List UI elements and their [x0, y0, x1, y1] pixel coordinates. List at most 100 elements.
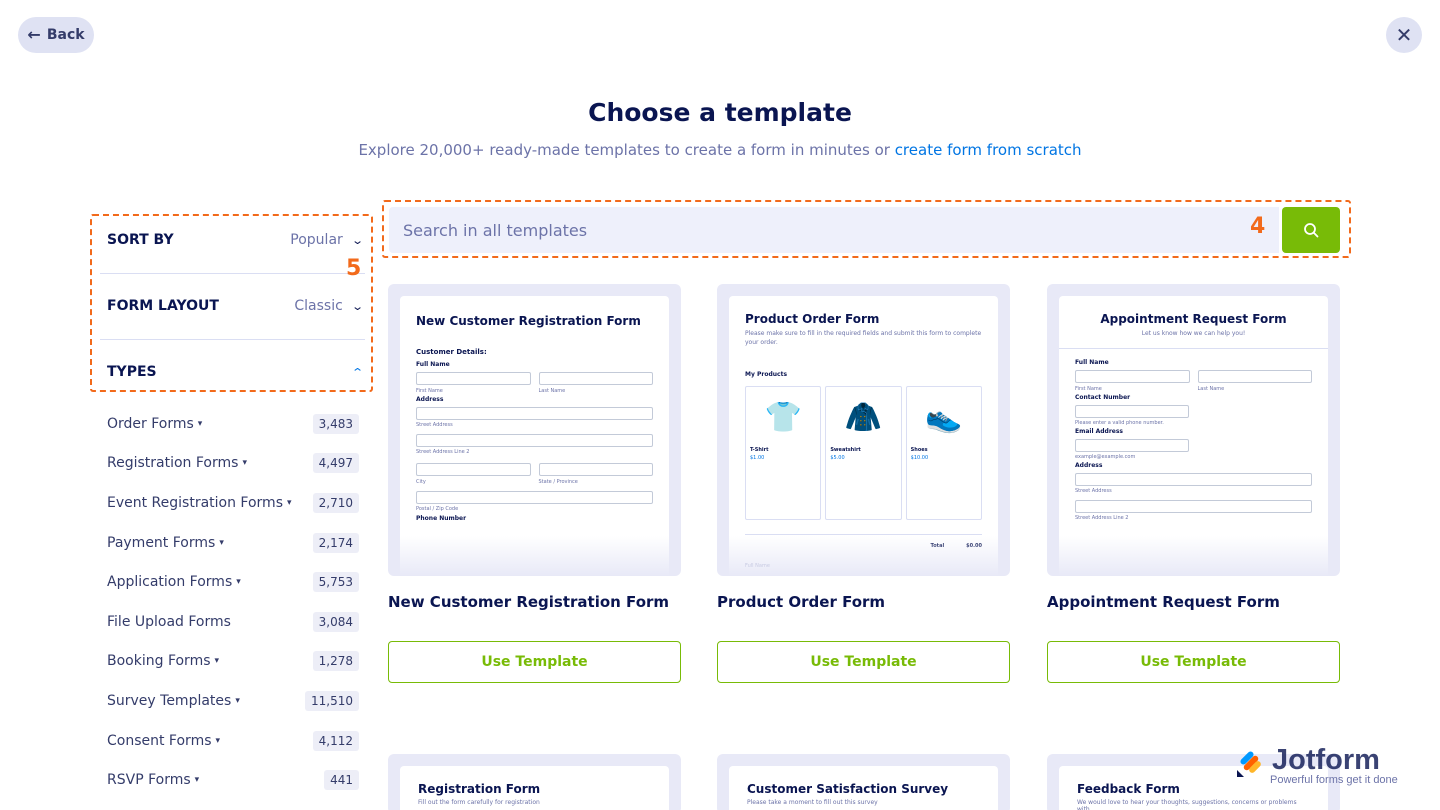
- template-preview[interactable]: New Customer Registration Form Customer …: [388, 284, 681, 576]
- sort-by-filter[interactable]: SORT BY Popular ⌄: [107, 228, 364, 252]
- chevron-down-icon[interactable]: ▾: [242, 458, 247, 468]
- type-name: Registration Forms ▾: [107, 455, 247, 471]
- template-card[interactable]: Product Order Form Please make sure to f…: [717, 284, 1010, 683]
- preview-subtitle: Please take a moment to fill out this su…: [747, 799, 878, 806]
- search-icon: [1304, 223, 1319, 238]
- preview-section: My Products: [745, 371, 788, 378]
- preview-label: Street Address Line 2: [416, 449, 470, 455]
- chevron-down-icon[interactable]: ▾: [236, 577, 241, 587]
- type-item[interactable]: Survey Templates ▾ 11,510: [107, 681, 359, 721]
- preview-subtitle: Let us know how we can help you!: [1141, 330, 1246, 337]
- template-name[interactable]: Appointment Request Form: [1047, 593, 1340, 641]
- chevron-down-icon[interactable]: ▾: [215, 656, 220, 666]
- preview-label: example@example.com: [1075, 454, 1136, 460]
- back-button[interactable]: ← Back: [18, 17, 94, 53]
- type-count: 3,084: [312, 611, 359, 632]
- use-template-button[interactable]: Use Template: [388, 641, 681, 683]
- close-icon: ✕: [1395, 23, 1413, 47]
- type-name: Payment Forms ▾: [107, 535, 224, 551]
- form-layout-filter[interactable]: FORM LAYOUT Classic ⌄: [107, 294, 364, 318]
- template-preview[interactable]: Product Order Form Please make sure to f…: [717, 284, 1010, 576]
- jotform-logo-icon: [1237, 751, 1261, 777]
- preview-label: Phone Number: [416, 515, 467, 522]
- type-label: Survey Templates: [107, 692, 232, 709]
- product-sweatshirt: 🧥 Sweatshirt $5.00: [825, 386, 902, 520]
- chevron-down-icon[interactable]: ▾: [198, 419, 203, 429]
- type-count: 441: [324, 770, 359, 791]
- type-name: Consent Forms ▾: [107, 733, 220, 749]
- preview-label: Address: [1075, 462, 1103, 469]
- type-item[interactable]: Order Forms ▾ 3,483: [107, 404, 359, 444]
- total-value: $0.00: [966, 543, 982, 549]
- type-label: Consent Forms: [107, 732, 212, 749]
- chevron-down-icon[interactable]: ▾: [195, 775, 200, 785]
- preview-label: Contact Number: [1075, 394, 1131, 401]
- type-count: 4,497: [312, 453, 359, 474]
- divider: [100, 339, 365, 340]
- create-from-scratch-link[interactable]: create form from scratch: [895, 141, 1082, 159]
- product-name: Shoes: [910, 447, 928, 453]
- sort-by-value: Popular: [290, 232, 343, 248]
- preview-label: Postal / Zip Code: [416, 506, 459, 512]
- preview-label: First Name: [1075, 386, 1102, 392]
- types-filter[interactable]: TYPES ⌃: [107, 360, 364, 384]
- preview-subtitle: Fill out the form carefully for registra…: [418, 799, 540, 806]
- type-label: Application Forms: [107, 574, 233, 591]
- preview-label: Street Address: [416, 422, 453, 428]
- type-count: 2,710: [312, 492, 359, 513]
- chevron-down-icon[interactable]: ▾: [287, 498, 292, 508]
- shoe-icon: 👟: [925, 399, 963, 435]
- type-label: File Upload Forms: [107, 613, 231, 630]
- types-list: Order Forms ▾ 3,483 Registration Forms ▾ 4,49…: [107, 404, 359, 800]
- template-name[interactable]: New Customer Registration Form: [388, 593, 681, 641]
- use-template-button[interactable]: Use Template: [1047, 641, 1340, 683]
- use-template-button[interactable]: Use Template: [717, 641, 1010, 683]
- form-layout-value: Classic: [294, 298, 343, 314]
- chevron-down-icon[interactable]: ▾: [235, 696, 240, 706]
- type-label: Order Forms: [107, 415, 194, 432]
- total-label: Total: [930, 543, 945, 549]
- product-name: Sweatshirt: [830, 447, 861, 453]
- template-card[interactable]: Appointment Request Form Let us know how…: [1047, 284, 1340, 683]
- type-label: Registration Forms: [107, 455, 239, 472]
- type-item[interactable]: Consent Forms ▾ 4,112: [107, 721, 359, 761]
- type-label: Booking Forms: [107, 653, 211, 670]
- product-price: $5.00: [830, 455, 845, 461]
- template-card[interactable]: New Customer Registration Form Customer …: [388, 284, 681, 683]
- type-item[interactable]: Payment Forms ▾ 2,174: [107, 523, 359, 563]
- type-item[interactable]: Application Forms ▾ 5,753: [107, 562, 359, 602]
- search-input[interactable]: [389, 207, 1279, 253]
- type-name: Order Forms ▾: [107, 416, 202, 432]
- back-label: Back: [46, 27, 85, 43]
- type-item[interactable]: Registration Forms ▾ 4,497: [107, 444, 359, 484]
- preview-label: Address: [416, 396, 444, 403]
- sweatshirt-icon: 🧥: [844, 399, 883, 435]
- preview-label: Street Address: [1075, 488, 1112, 494]
- preview-label: Street Address Line 2: [1075, 515, 1129, 521]
- preview-title: Registration Form: [418, 782, 541, 796]
- preview-subtitle: Please make sure to fill in the required…: [745, 330, 982, 346]
- template-name[interactable]: Product Order Form: [717, 593, 1010, 641]
- page-subtitle: Explore 20,000+ ready-made templates to …: [0, 141, 1440, 159]
- search-button[interactable]: [1282, 207, 1340, 253]
- chevron-down-icon[interactable]: ▾: [219, 538, 224, 548]
- preview-label: Full Name: [745, 563, 770, 569]
- template-preview[interactable]: Appointment Request Form Let us know how…: [1047, 284, 1340, 576]
- watermark-tagline: Powerful forms get it done: [1270, 774, 1398, 786]
- type-item[interactable]: Event Registration Forms ▾ 2,710: [107, 483, 359, 523]
- type-item[interactable]: File Upload Forms 3,084: [107, 602, 359, 642]
- preview-subtitle: We would love to hear your thoughts, sug…: [1077, 799, 1297, 810]
- product-tshirt: 👕 T-Shirt $1.00: [745, 386, 822, 520]
- type-name: Survey Templates ▾: [107, 693, 240, 709]
- form-layout-label: FORM LAYOUT: [107, 298, 219, 314]
- preview-label: Last Name: [538, 388, 566, 394]
- template-card[interactable]: Registration Form Fill out the form caref…: [388, 754, 681, 810]
- template-card[interactable]: Customer Satisfaction Survey Please take …: [717, 754, 1010, 810]
- chevron-down-icon[interactable]: ▾: [216, 736, 221, 746]
- preview-label: State / Province: [538, 479, 578, 485]
- product-shoes: 👟 Shoes $10.00: [905, 386, 982, 520]
- close-button[interactable]: ✕: [1386, 17, 1422, 53]
- type-name: RSVP Forms ▾: [107, 772, 199, 788]
- type-item[interactable]: RSVP Forms ▾ 441: [107, 760, 359, 800]
- type-item[interactable]: Booking Forms ▾ 1,278: [107, 642, 359, 682]
